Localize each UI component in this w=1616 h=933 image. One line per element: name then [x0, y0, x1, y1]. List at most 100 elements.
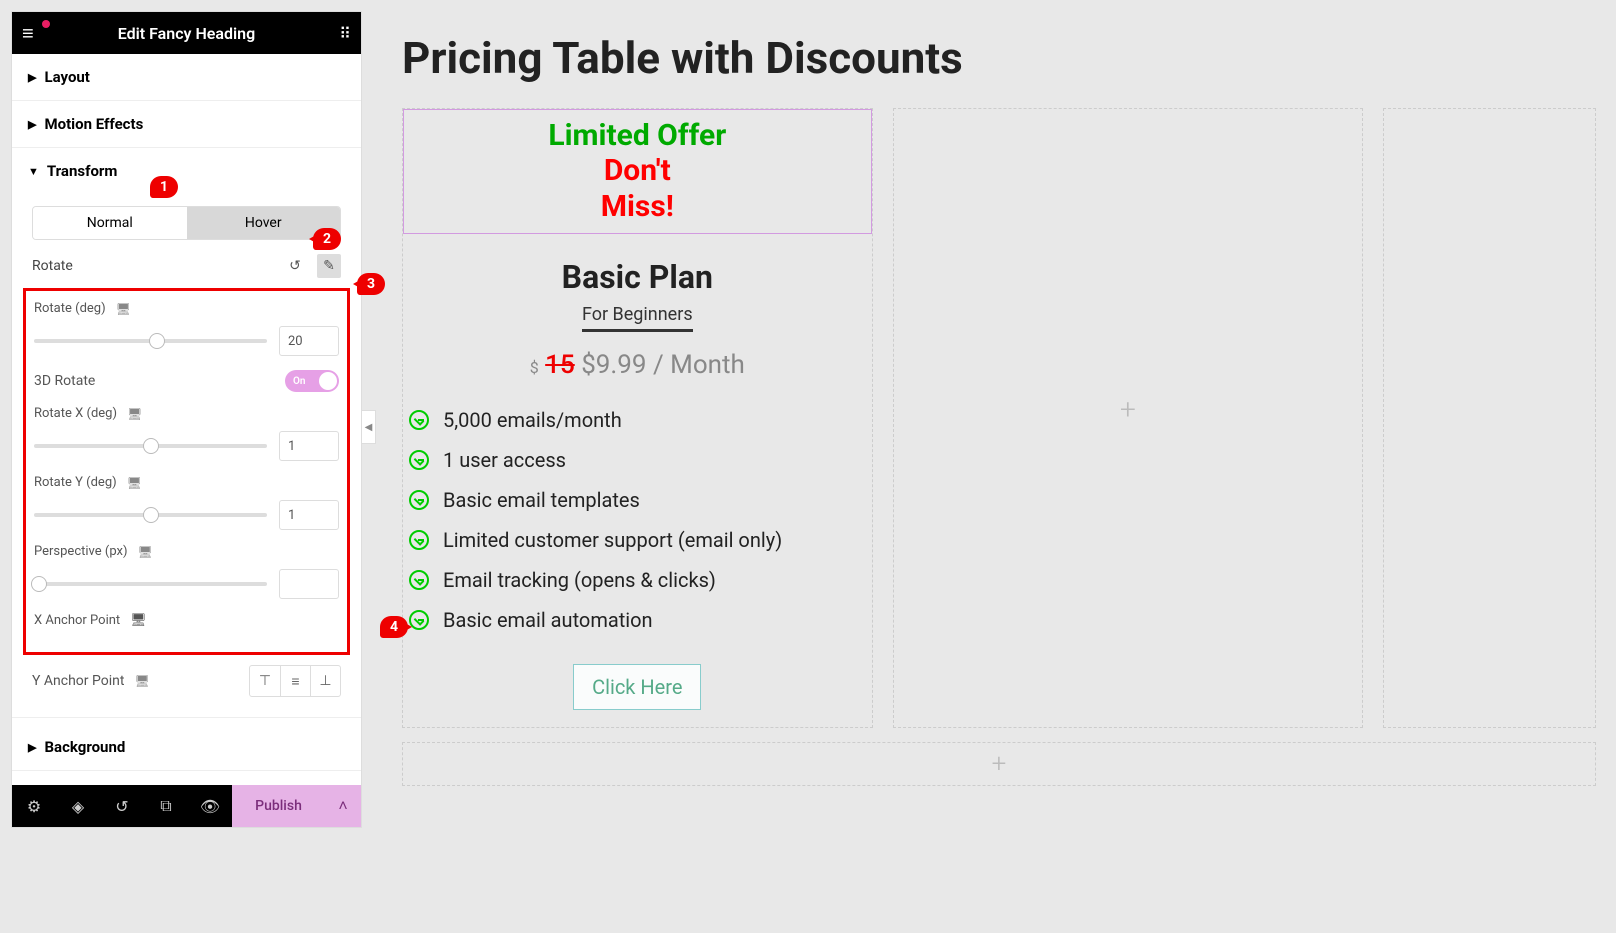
responsive-desktop-icon[interactable]: 🖥 — [130, 613, 147, 628]
tab-normal[interactable]: Normal — [33, 207, 187, 239]
preview-eye-icon[interactable]: 👁 — [188, 785, 232, 827]
history-icon[interactable]: ↺ — [100, 785, 144, 827]
feature-text: Email tracking (opens & clicks) — [443, 568, 716, 592]
settings-gear-icon[interactable]: ⚙ — [12, 785, 56, 827]
offer-line-2: Don't — [420, 153, 855, 189]
perspective-label: Perspective (px) — [34, 544, 128, 559]
sidebar-header: ≡ Edit Fancy Heading ⠿ — [12, 12, 361, 54]
rotate-label: Rotate — [32, 258, 73, 274]
list-item: Basic email templates — [409, 480, 866, 520]
reset-icon[interactable]: ↺ — [283, 254, 307, 278]
chevron-right-icon: ▶ — [28, 118, 36, 131]
feature-text: Limited customer support (email only) — [443, 528, 782, 552]
offer-line-1: Limited Offer — [420, 118, 855, 153]
section-motion-effects[interactable]: ▶ Motion Effects — [12, 101, 361, 148]
apps-grid-icon[interactable]: ⠿ — [339, 24, 351, 43]
rotate-3d-label: 3D Rotate — [34, 373, 95, 389]
rotate-deg-slider[interactable] — [34, 339, 267, 343]
list-item: 1 user access — [409, 440, 866, 480]
y-anchor-row: Y Anchor Point 🖥 ⊤ ≡ ⊥ — [12, 655, 361, 707]
anchor-bottom-button[interactable]: ⊥ — [310, 666, 340, 696]
check-circle-icon — [409, 570, 429, 590]
plan-subtitle: For Beginners — [582, 304, 693, 332]
x-anchor-label: X Anchor Point — [34, 613, 120, 628]
section-layout[interactable]: ▶ Layout — [12, 54, 361, 101]
list-item: 5,000 emails/month — [409, 400, 866, 440]
rotate-y-slider[interactable] — [34, 513, 267, 517]
responsive-desktop-icon[interactable]: 🖥 — [134, 674, 149, 688]
annotation-badge-3: 3 — [357, 273, 385, 295]
sidebar-footer: ⚙ ◈ ↺ ⧉ 👁 Publish ˄ — [12, 785, 361, 827]
publish-button[interactable]: Publish — [232, 785, 325, 827]
add-widget-icon[interactable]: + — [1120, 393, 1136, 426]
state-tabs: Normal Hover — [32, 206, 341, 240]
navigator-layers-icon[interactable]: ◈ — [56, 785, 100, 827]
responsive-desktop-icon[interactable]: 🖥 — [127, 476, 142, 490]
section-layout-label: Layout — [44, 68, 89, 86]
add-section-button[interactable]: + — [402, 742, 1596, 786]
feature-text: Basic email automation — [443, 608, 653, 632]
editor-canvas: Pricing Table with Discounts Limited Off… — [390, 0, 1616, 933]
edit-pencil-icon[interactable]: ✎ — [317, 254, 341, 278]
anchor-top-button[interactable]: ⊤ — [250, 666, 280, 696]
rotate-x-slider[interactable] — [34, 444, 267, 448]
plan-name: Basic Plan — [403, 258, 872, 296]
cta-button[interactable]: Click Here — [573, 664, 701, 710]
list-item: Limited customer support (email only) — [409, 520, 866, 560]
chevron-down-icon: ▼ — [28, 165, 39, 178]
price-row: $ 15 $9.99 / Month — [403, 350, 872, 380]
toggle-on-label: On — [293, 376, 305, 387]
publish-options-button[interactable]: ˄ — [325, 785, 361, 827]
menu-icon[interactable]: ≡ — [22, 21, 34, 46]
anchor-middle-button[interactable]: ≡ — [280, 666, 310, 696]
section-background-label: Background — [44, 738, 125, 756]
rotate-deg-input[interactable] — [279, 326, 339, 356]
perspective-slider[interactable] — [34, 582, 267, 586]
section-motion-label: Motion Effects — [44, 115, 143, 133]
responsive-desktop-icon[interactable]: 🖥 — [127, 407, 142, 421]
rotate-y-label: Rotate Y (deg) — [34, 475, 117, 490]
section-transform-label: Transform — [47, 162, 118, 180]
editor-sidebar: ≡ Edit Fancy Heading ⠿ ▶ Layout ▶ Motion… — [11, 11, 362, 828]
rotate-y-input[interactable] — [279, 500, 339, 530]
feature-text: Basic email templates — [443, 488, 640, 512]
page-title: Pricing Table with Discounts — [402, 32, 1596, 84]
feature-list: 5,000 emails/month 1 user access Basic e… — [403, 400, 872, 640]
chevron-right-icon: ▶ — [28, 71, 36, 84]
rotate-3d-toggle[interactable]: On — [285, 370, 339, 392]
responsive-desktop-icon[interactable]: 🖥 — [138, 545, 153, 559]
price-new: $9.99 / Month — [581, 350, 745, 380]
perspective-input[interactable] — [279, 569, 339, 599]
pricing-column-1[interactable]: Limited Offer Don't Miss! Basic Plan For… — [402, 108, 873, 728]
responsive-mode-icon[interactable]: ⧉ — [144, 785, 188, 827]
check-circle-icon — [409, 490, 429, 510]
responsive-desktop-icon[interactable]: 🖥 — [116, 302, 131, 316]
pricing-columns: Limited Offer Don't Miss! Basic Plan For… — [402, 108, 1596, 728]
rotate-x-label: Rotate X (deg) — [34, 406, 117, 421]
chevron-right-icon: ▶ — [28, 741, 36, 754]
y-anchor-label: Y Anchor Point — [32, 673, 124, 689]
feature-text: 1 user access — [443, 448, 566, 472]
feature-text: 5,000 emails/month — [443, 408, 622, 432]
price-old: 15 — [545, 350, 575, 380]
annotation-badge-2: 2 — [313, 228, 341, 250]
check-circle-icon — [409, 530, 429, 550]
annotation-badge-1: 1 — [150, 176, 178, 198]
rotate-x-input[interactable] — [279, 431, 339, 461]
pricing-column-2[interactable]: + — [893, 108, 1364, 728]
list-item: Email tracking (opens & clicks) — [409, 560, 866, 600]
section-background[interactable]: ▶ Background — [12, 717, 361, 770]
annotation-badge-4: 4 — [380, 616, 408, 638]
offer-line-3: Miss! — [420, 189, 855, 225]
rotate-deg-label: Rotate (deg) — [34, 301, 106, 316]
highlighted-settings-box: Rotate (deg) 🖥 3D Rotate On — [23, 288, 350, 655]
check-circle-icon — [409, 450, 429, 470]
sidebar-title: Edit Fancy Heading — [118, 24, 255, 43]
check-circle-icon — [409, 410, 429, 430]
pricing-column-3[interactable] — [1383, 108, 1596, 728]
notification-dot-icon — [42, 20, 50, 28]
price-currency: $ — [530, 358, 539, 377]
list-item: Basic email automation — [409, 600, 866, 640]
offer-heading-widget[interactable]: Limited Offer Don't Miss! — [403, 109, 872, 234]
collapse-sidebar-handle[interactable]: ◀ — [362, 410, 376, 444]
